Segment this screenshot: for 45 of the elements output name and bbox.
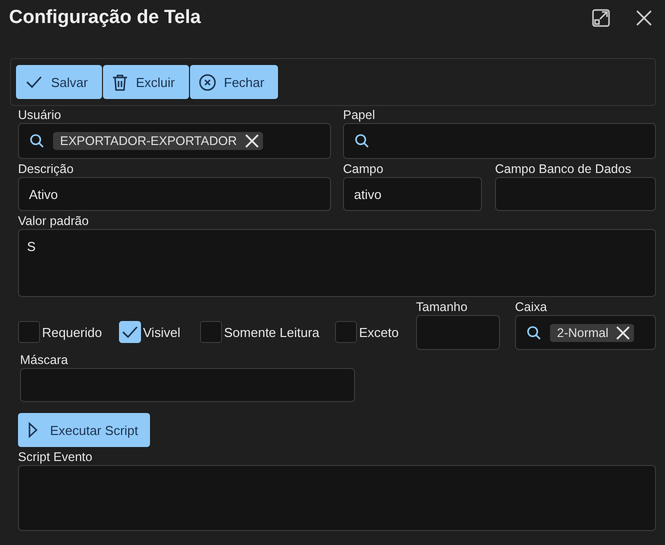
search-field[interactable]: 2-Normal [515,315,656,350]
search-icon [354,133,370,149]
search-icon [526,324,542,340]
close-icon[interactable] [616,326,630,340]
close-icon[interactable] [244,134,259,148]
close-circle-icon [198,74,216,90]
search-icon [29,133,45,149]
close-icon[interactable] [635,9,653,27]
input-field[interactable] [495,177,656,211]
input-field[interactable] [20,368,355,402]
checkbox[interactable] [18,321,40,343]
field-label: Papel [343,108,376,123]
field-label: Script Evento [18,450,94,465]
input-field[interactable] [416,315,500,350]
field-label: Caixa [515,300,548,315]
search-field[interactable]: EXPORTADOR-EXPORTADOR [18,123,331,159]
input-field[interactable]: ativo [343,177,482,211]
toolbar-button[interactable]: Salvar [16,65,102,99]
field-label: Máscara [20,353,69,368]
checkbox[interactable] [200,321,222,343]
tag-text: 2-Normal [557,326,608,340]
play-icon [28,422,38,438]
toolbar-button[interactable]: Fechar [190,65,278,99]
checkbox[interactable] [335,321,357,343]
tag-text: EXPORTADOR-EXPORTADOR [60,134,237,148]
run-script-button[interactable]: Executar Script [18,413,150,447]
checkbox-label: Visivel [143,324,180,340]
checkbox-label: Somente Leitura [224,324,320,340]
field-label: Campo [343,162,384,177]
check-icon [25,74,43,90]
field-label: Campo Banco de Dados [495,162,632,177]
field-label: Usuário [18,108,62,123]
field-label: Valor padrão [18,214,90,229]
text-area[interactable]: S [18,229,656,297]
checkbox-label: Exceto [359,324,399,340]
input-field[interactable]: Ativo [18,177,331,211]
checkbox-label: Requerido [42,324,102,340]
field-label: Tamanho [416,300,468,315]
field-label: Descrição [18,162,75,177]
toolbar-button[interactable]: Excluir [102,65,189,99]
text-area[interactable] [18,465,656,531]
search-field[interactable] [343,123,656,159]
expand-icon[interactable] [592,9,610,27]
window-title: Configuração de Tela [9,7,202,29]
trash-icon [112,74,128,90]
